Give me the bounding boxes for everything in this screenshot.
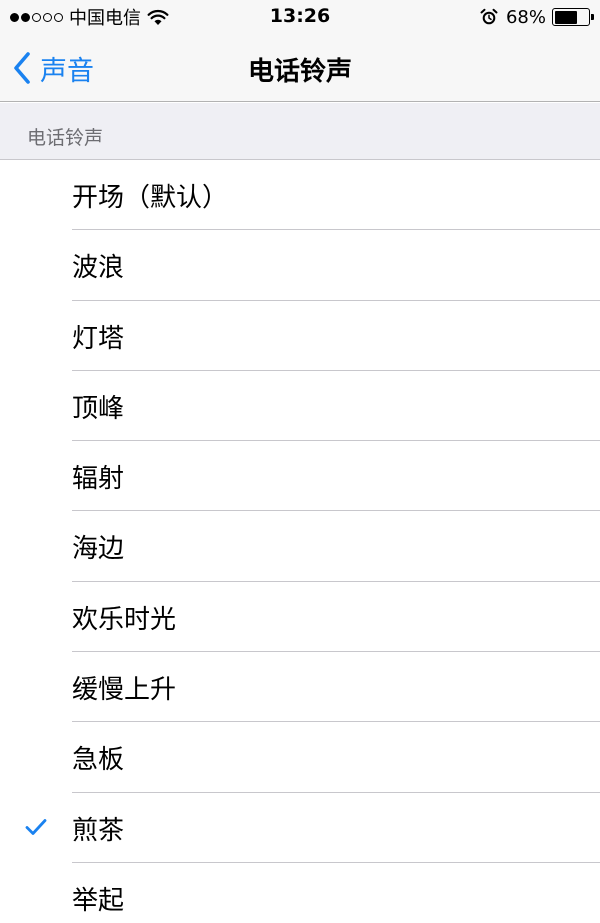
ringtone-item[interactable]: 顶峰 [0,371,600,442]
ringtone-label: 欢乐时光 [72,604,177,635]
ringtone-label: 举起 [72,885,125,916]
page-title: 电话铃声 [247,57,352,87]
ringtone-label: 灯塔 [72,323,125,354]
battery-fill [554,10,577,24]
status-right: 68% [480,6,594,28]
ringtone-label: 波浪 [72,253,125,284]
ringtone-item[interactable]: 欢乐时光 [0,582,600,653]
ringtone-item[interactable]: 急板 [0,722,600,793]
battery-icon [552,8,594,26]
ringtone-item[interactable]: 举起 [0,863,600,923]
ringtone-item[interactable]: 海边 [0,511,600,582]
battery-percentage: 68% [505,6,546,28]
ringtone-settings-screen: 中国电信 13:26 68% 声音 电话铃声 电话铃声 开场（默认） 波浪 灯塔… [0,0,600,923]
ringtone-item[interactable]: 开场（默认） [0,160,600,231]
ringtone-label: 煎茶 [72,815,125,846]
ringtone-item[interactable]: 辐射 [0,441,600,512]
ringtone-label: 缓慢上升 [72,675,177,706]
ringtone-item[interactable]: 煎茶 [0,793,600,863]
navigation-bar: 声音 电话铃声 [0,34,600,102]
battery-tip [591,14,594,20]
ringtone-item[interactable]: 灯塔 [0,301,600,371]
ringtone-label: 顶峰 [72,393,125,424]
ringtone-label: 急板 [72,745,125,776]
ringtone-label: 开场（默认） [72,183,229,213]
alarm-clock-icon [480,8,498,25]
section-header-label: 电话铃声 [27,127,104,149]
ringtone-list: 开场（默认） 波浪灯塔顶峰辐射海边欢乐时光缓慢上升急板煎茶举起 [0,160,600,923]
status-bar: 中国电信 13:26 68% [0,0,600,34]
ringtone-label: 海边 [72,534,125,565]
ringtone-label: 辐射 [72,464,125,495]
section-header: 电话铃声 [0,103,600,160]
ringtone-item[interactable]: 缓慢上升 [0,652,600,723]
checkmark-icon [25,818,47,835]
ringtone-item[interactable]: 波浪 [0,230,600,301]
